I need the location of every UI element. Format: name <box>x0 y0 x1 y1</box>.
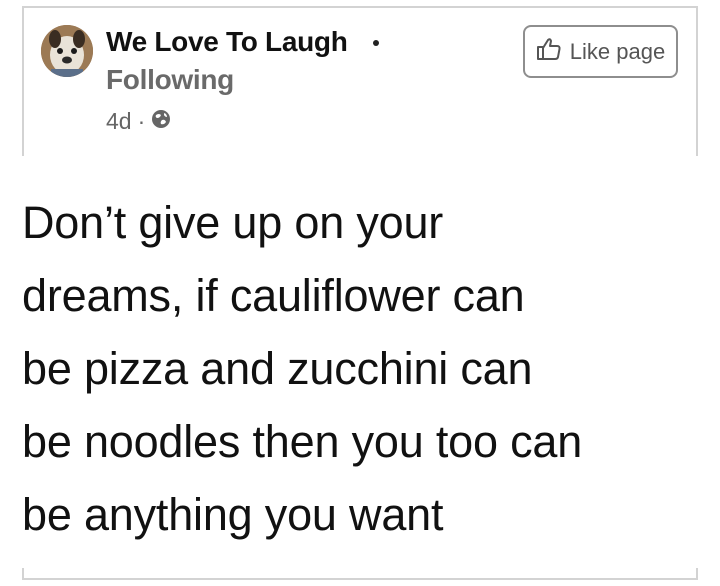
post-card: We Love To Laugh Following 4d · Like pag… <box>0 0 720 586</box>
following-status[interactable]: Following <box>106 64 234 96</box>
post-text-line: dreams, if cauliflower can <box>22 270 525 321</box>
name-separator-dot <box>373 40 379 46</box>
like-page-button[interactable]: Like page <box>523 25 678 78</box>
dog-avatar-image <box>41 25 93 77</box>
globe-icon <box>151 108 171 135</box>
post-age[interactable]: 4d <box>106 108 132 135</box>
post-footer-border <box>22 568 698 580</box>
thumbs-up-icon <box>536 36 562 68</box>
post-text-line: be pizza and zucchini can <box>22 343 533 394</box>
page-avatar[interactable] <box>41 25 93 77</box>
like-page-label: Like page <box>569 38 666 64</box>
page-name-link[interactable]: We Love To Laugh <box>106 26 348 58</box>
meta-dot: · <box>137 108 146 134</box>
post-text-line: Don’t give up on your <box>22 197 444 248</box>
post-text-line: be anything you want <box>22 489 444 540</box>
post-text-line: be noodles then you too can <box>22 416 583 467</box>
post-meta: 4d · <box>106 108 171 135</box>
post-body: Don’t give up on your dreams, if caulifl… <box>22 186 712 551</box>
